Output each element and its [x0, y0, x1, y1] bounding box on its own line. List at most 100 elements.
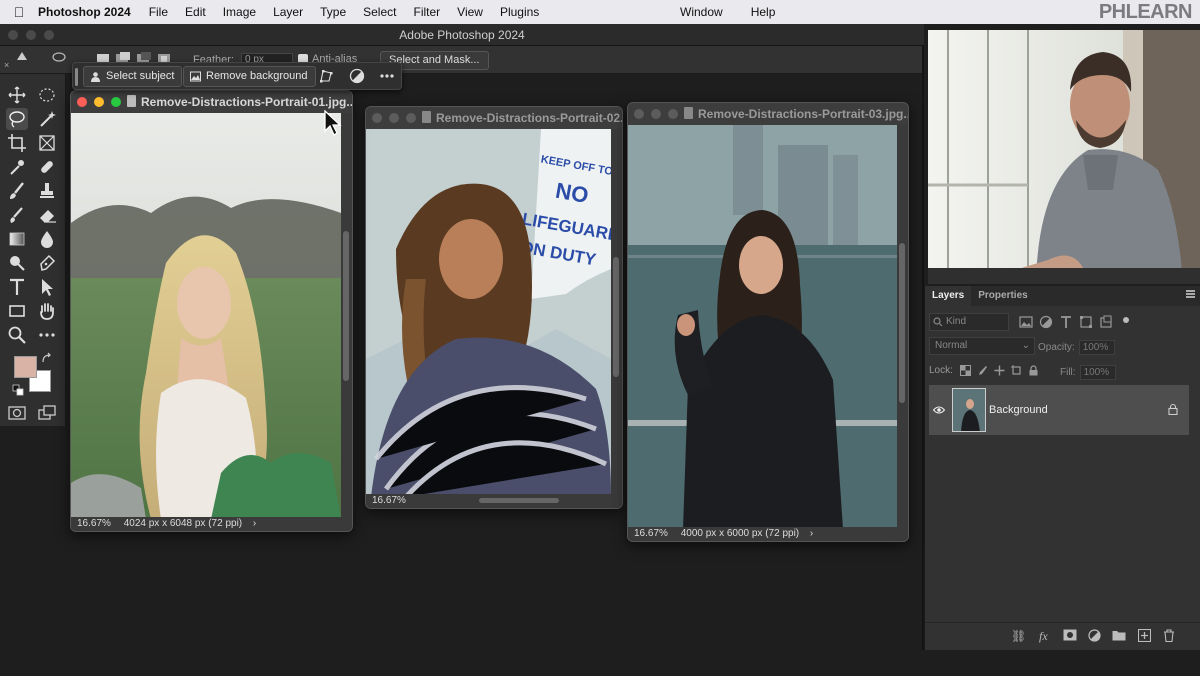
- blend-mode-select[interactable]: Normal ⌄: [929, 337, 1035, 355]
- swap-colors-icon[interactable]: [40, 352, 54, 366]
- zoom-level[interactable]: 16.67%: [372, 495, 406, 506]
- screen-mode-icon[interactable]: [36, 402, 58, 424]
- fill-input[interactable]: 100%: [1079, 365, 1116, 380]
- fx-icon[interactable]: fx: [1039, 629, 1048, 644]
- blur-icon[interactable]: [36, 228, 58, 250]
- clone-stamp-icon[interactable]: [36, 180, 58, 202]
- lock-artboard-icon[interactable]: [1010, 365, 1022, 376]
- marquee-icon[interactable]: [36, 84, 58, 106]
- zoom-level[interactable]: 16.67%: [77, 518, 111, 529]
- document-vertical-scrollbar[interactable]: [343, 231, 349, 381]
- document-canvas[interactable]: KEEP OFF TOWER NO LIFEGUARD ON DUTY: [366, 129, 611, 497]
- rectangle-icon[interactable]: [6, 300, 28, 322]
- window-controls[interactable]: [8, 30, 54, 40]
- pen-icon[interactable]: [36, 252, 58, 274]
- select-subject-button[interactable]: Select subject: [83, 66, 183, 87]
- eyedropper-icon[interactable]: [6, 156, 28, 178]
- mask-icon[interactable]: [1063, 629, 1077, 644]
- document-window-2[interactable]: Remove-Distractions-Portrait-02... KEEP …: [365, 106, 623, 509]
- document-canvas[interactable]: [71, 113, 341, 519]
- status-chevron-icon[interactable]: ›: [253, 518, 256, 529]
- move-icon[interactable]: [6, 84, 28, 106]
- frame-icon[interactable]: [36, 132, 58, 154]
- document-window-controls[interactable]: [372, 113, 416, 123]
- hand-icon[interactable]: [36, 300, 58, 322]
- menu-type[interactable]: Type: [320, 5, 346, 19]
- adjustment-layer-icon[interactable]: [1088, 629, 1101, 645]
- tool-preset-icon[interactable]: [14, 50, 30, 67]
- document-vertical-scrollbar[interactable]: [613, 257, 619, 377]
- opacity-input[interactable]: 100%: [1078, 340, 1115, 355]
- document-window-controls[interactable]: [634, 109, 678, 119]
- menu-edit[interactable]: Edit: [185, 5, 206, 19]
- folder-icon[interactable]: [1112, 629, 1126, 644]
- healing-brush-icon[interactable]: [36, 156, 58, 178]
- type-filter-icon[interactable]: [1059, 315, 1073, 329]
- zoom-level[interactable]: 16.67%: [634, 528, 668, 539]
- document-window-1[interactable]: Remove-Distractions-Portrait-01.jpg... 1…: [70, 90, 353, 532]
- task-bar-grip[interactable]: [75, 68, 78, 86]
- document-title-bar[interactable]: Remove-Distractions-Portrait-03.jpg...: [628, 103, 908, 125]
- tab-properties[interactable]: Properties: [971, 286, 1034, 306]
- document-title-bar[interactable]: Remove-Distractions-Portrait-01.jpg...: [71, 91, 352, 113]
- document-horizontal-scrollbar[interactable]: [478, 497, 559, 503]
- foreground-color-swatch[interactable]: [14, 356, 37, 378]
- lock-transparent-icon[interactable]: [959, 365, 971, 376]
- new-layer-icon[interactable]: [1137, 628, 1152, 645]
- smart-object-filter-icon[interactable]: [1099, 315, 1113, 329]
- menu-file[interactable]: File: [149, 5, 168, 19]
- layer-row[interactable]: Background: [929, 385, 1189, 435]
- menu-filter[interactable]: Filter: [413, 5, 440, 19]
- link-icon[interactable]: ⛓: [1011, 629, 1026, 643]
- pixel-filter-icon[interactable]: [1019, 315, 1033, 329]
- brush-icon[interactable]: [6, 180, 28, 202]
- menu-select[interactable]: Select: [363, 5, 396, 19]
- lock-pixels-icon[interactable]: [977, 365, 988, 376]
- quick-mask-icon[interactable]: [6, 402, 28, 424]
- shape-filter-icon[interactable]: [1079, 315, 1093, 329]
- adjustment-icon[interactable]: [348, 68, 366, 86]
- remove-background-button[interactable]: Remove background: [183, 66, 316, 87]
- lock-all-icon[interactable]: [1028, 365, 1039, 376]
- menu-view[interactable]: View: [457, 5, 483, 19]
- document-info: 4000 px x 6000 px (72 ppi): [680, 528, 800, 539]
- menu-help[interactable]: Help: [751, 5, 776, 19]
- document-vertical-scrollbar[interactable]: [899, 243, 905, 403]
- document-window-controls[interactable]: [77, 97, 121, 107]
- eraser-icon[interactable]: [36, 204, 58, 226]
- zoom-icon[interactable]: [6, 324, 28, 346]
- app-menu[interactable]: Photoshop 2024: [38, 5, 131, 19]
- panel-menu-icon[interactable]: [1186, 290, 1195, 298]
- menu-image[interactable]: Image: [223, 5, 256, 19]
- gradient-icon[interactable]: [6, 228, 28, 250]
- default-colors-icon[interactable]: [12, 384, 24, 396]
- menu-plugins[interactable]: Plugins: [500, 5, 539, 19]
- menu-layer[interactable]: Layer: [273, 5, 303, 19]
- lock-position-icon[interactable]: [994, 365, 1005, 376]
- transform-selection-icon[interactable]: [317, 68, 335, 86]
- layer-name[interactable]: Background: [989, 404, 1048, 416]
- eye-icon[interactable]: [933, 405, 945, 415]
- path-selection-icon[interactable]: [36, 276, 58, 298]
- close-icon[interactable]: ×: [4, 60, 9, 70]
- status-chevron-icon[interactable]: ›: [810, 528, 813, 539]
- tab-layers[interactable]: Layers: [925, 286, 972, 306]
- magic-wand-icon[interactable]: [36, 108, 58, 130]
- lasso-preset-icon[interactable]: [52, 52, 66, 67]
- more-tools-icon[interactable]: [36, 324, 58, 346]
- document-window-3[interactable]: Remove-Distractions-Portrait-03.jpg... 1…: [627, 102, 909, 542]
- adjustment-filter-icon[interactable]: [1039, 315, 1053, 329]
- history-brush-icon[interactable]: [6, 204, 28, 226]
- document-canvas[interactable]: [628, 125, 897, 529]
- dodge-icon[interactable]: [6, 252, 28, 274]
- type-icon[interactable]: [6, 276, 28, 298]
- layer-filter-kind[interactable]: Kind: [929, 313, 1009, 331]
- crop-icon[interactable]: [6, 132, 28, 154]
- document-title-bar[interactable]: Remove-Distractions-Portrait-02...: [366, 107, 622, 129]
- apple-icon[interactable]: : [0, 4, 38, 20]
- lasso-icon[interactable]: [6, 108, 28, 130]
- trash-icon[interactable]: [1163, 629, 1175, 645]
- menu-window[interactable]: Window: [680, 5, 723, 19]
- filter-toggle-icon[interactable]: [1119, 315, 1133, 329]
- more-options-icon[interactable]: [378, 68, 396, 86]
